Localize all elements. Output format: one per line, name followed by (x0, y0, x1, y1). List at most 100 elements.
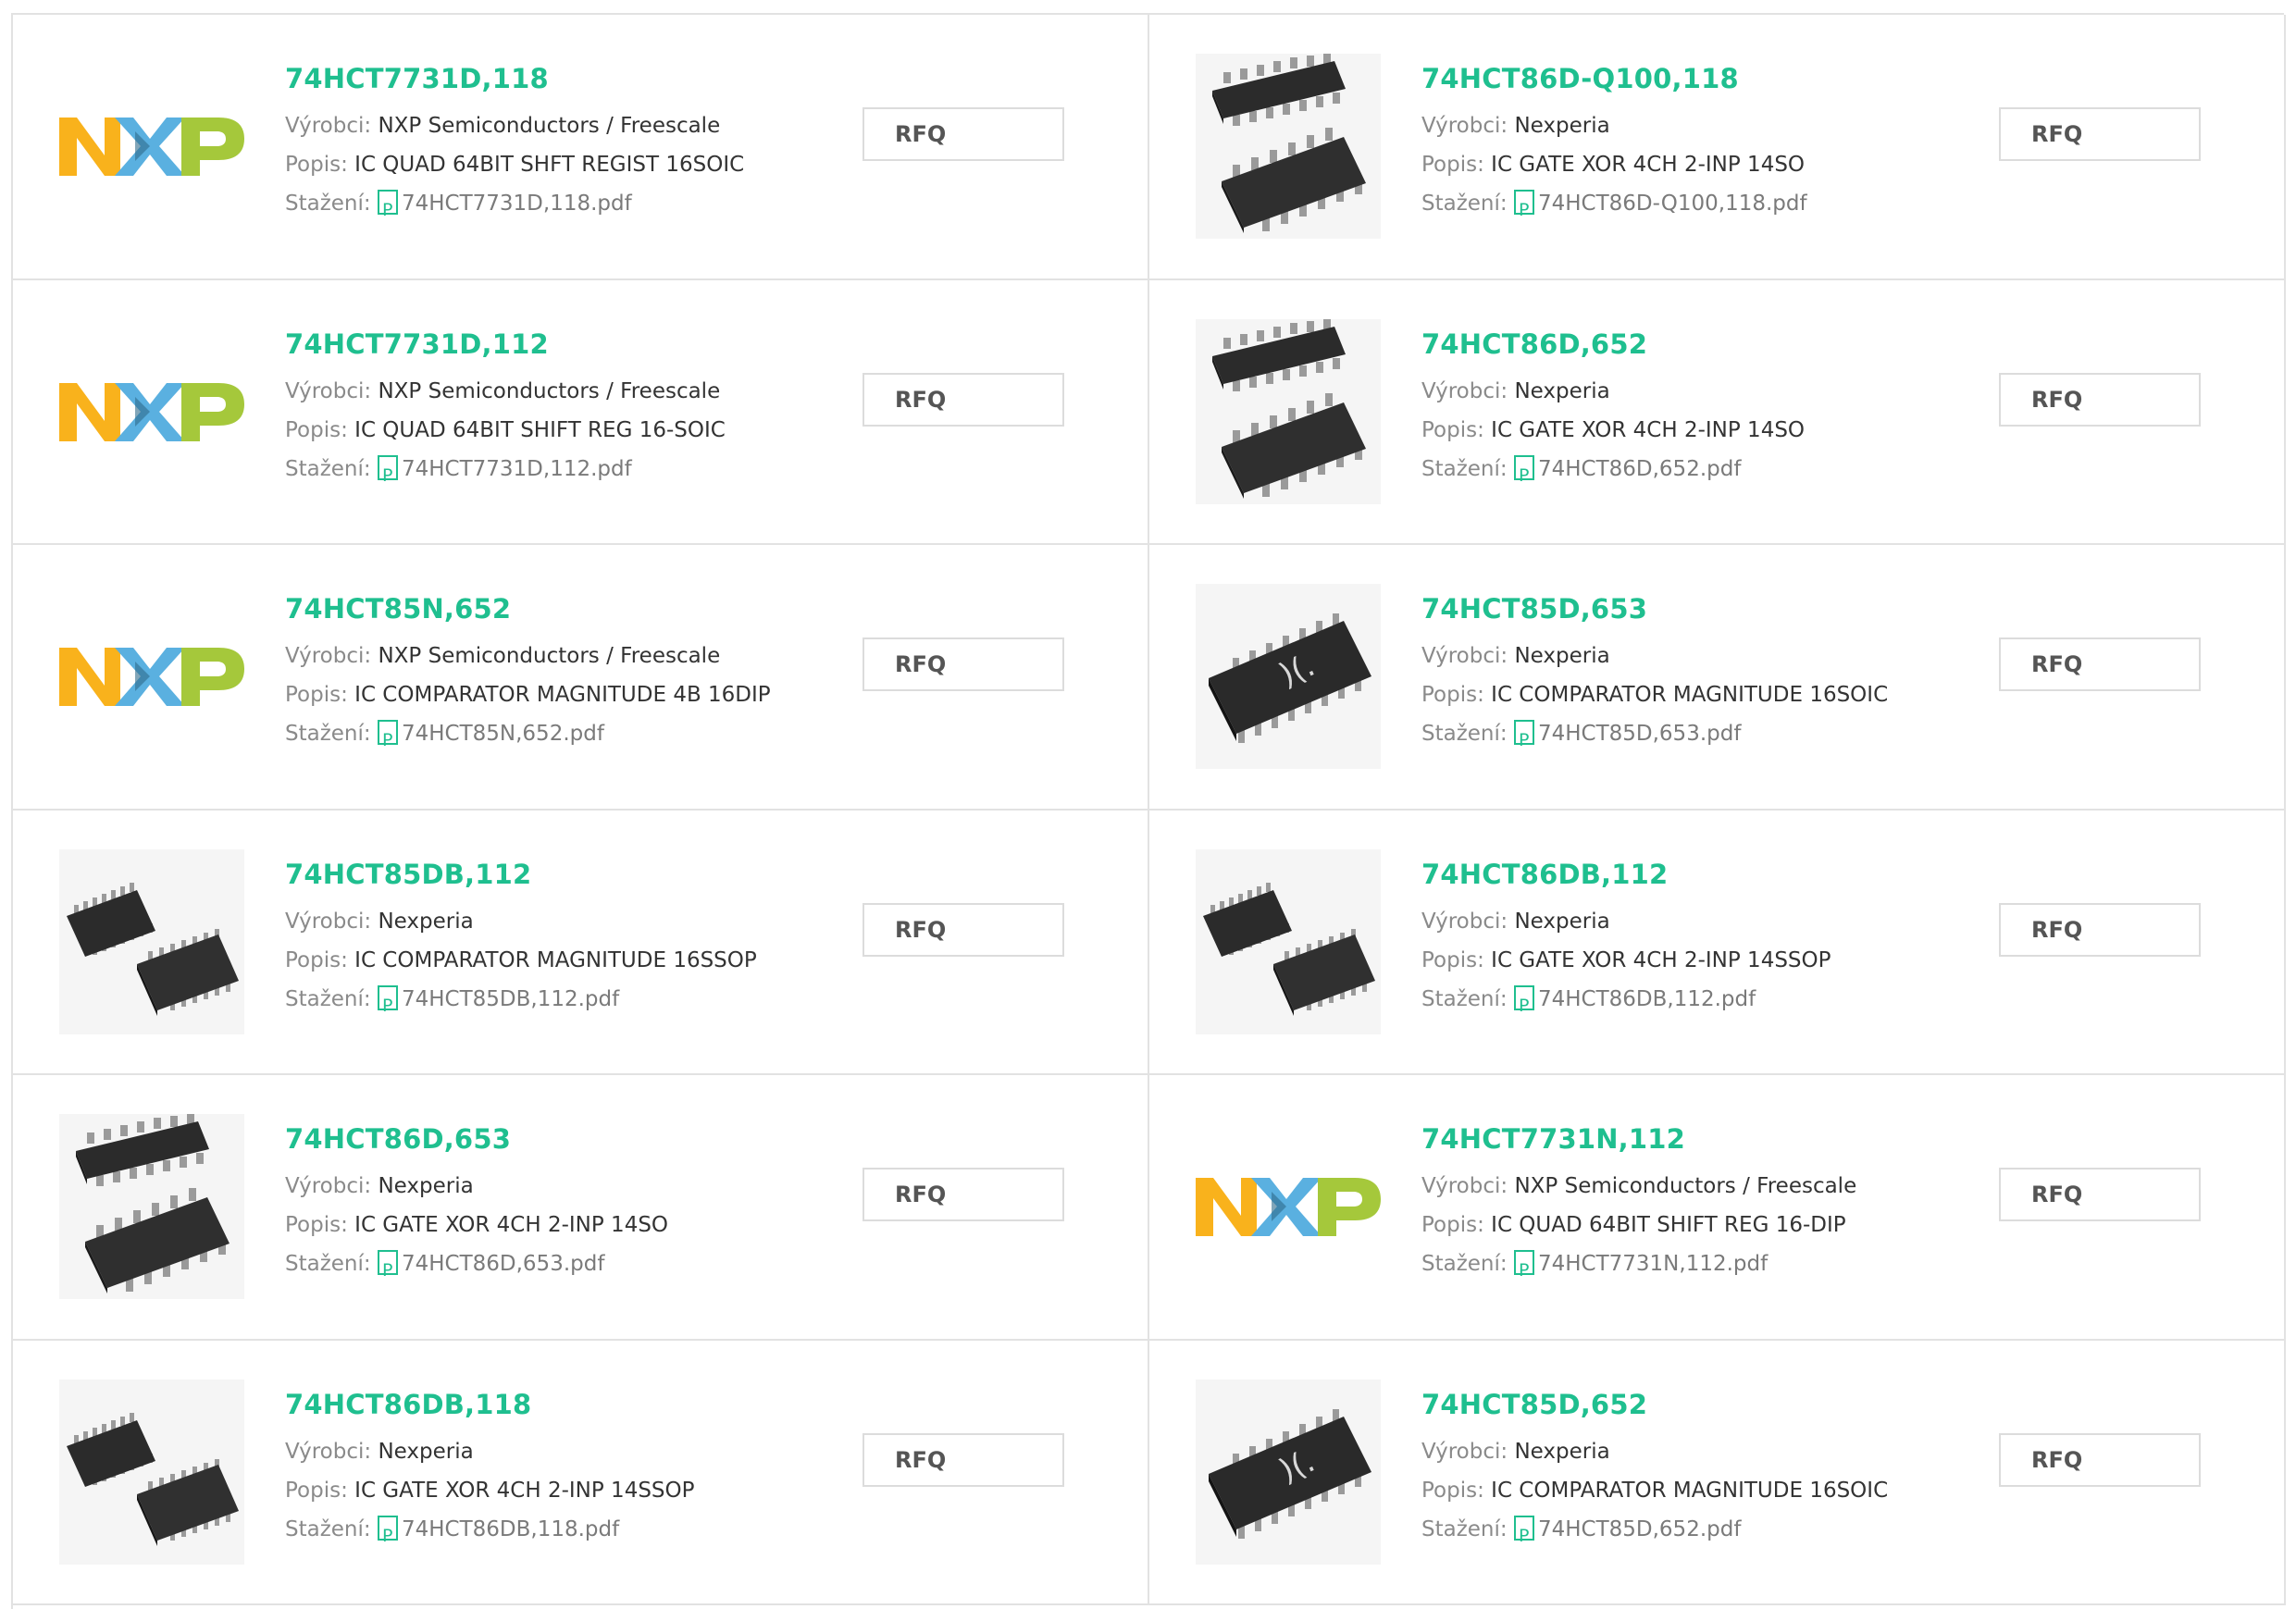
download-label: Stažení: (285, 192, 371, 216)
rfq-button[interactable]: RFQ (863, 1432, 1064, 1487)
product-card: 74HCT85N,652 Výrobci: NXP Semiconductors… (13, 545, 1149, 811)
product-grid: 74HCT7731D,118 Výrobci: NXP Semiconducto… (11, 13, 2286, 1609)
datasheet-link[interactable]: 74HCT86D,653.pdf (402, 1252, 604, 1276)
rfq-button[interactable]: RFQ (1999, 372, 2201, 427)
download-label: Stažení: (285, 456, 371, 481)
rfq-button[interactable]: RFQ (863, 637, 1064, 691)
product-image[interactable]: )(. (1196, 1379, 1381, 1565)
datasheet-link[interactable]: 74HCT85DB,112.pdf (402, 987, 619, 1011)
product-image[interactable] (59, 1379, 244, 1565)
datasheet-link[interactable]: 74HCT86DB,112.pdf (1538, 987, 1756, 1011)
product-image[interactable] (59, 584, 244, 769)
description-value: IC COMPARATOR MAGNITUDE 4B 16DIP (354, 683, 771, 707)
description-value: IC COMPARATOR MAGNITUDE 16SOIC (1491, 1478, 1889, 1503)
part-number-link[interactable]: 74HCT7731N,112 (1421, 1123, 1995, 1155)
rfq-button[interactable]: RFQ (1999, 107, 2201, 161)
description-value: IC GATE XOR 4CH 2-INP 14SO (354, 1213, 669, 1237)
pdf-icon[interactable] (1513, 190, 1534, 229)
rfq-button[interactable]: RFQ (1999, 1432, 2201, 1487)
part-number-link[interactable]: 74HCT86D,653 (285, 1123, 859, 1155)
product-image[interactable] (1196, 1114, 1381, 1299)
product-card: )(. 74HCT85D,653 Výrobci: Nexperia Popis… (1149, 545, 2286, 811)
product-info: 74HCT7731D,112 Výrobci: NXP Semiconducto… (285, 328, 859, 495)
download-label: Stažení: (1421, 1516, 1508, 1541)
pdf-icon[interactable] (1513, 984, 1534, 1025)
part-number-link[interactable]: 74HCT7731D,118 (285, 63, 859, 94)
product-image[interactable] (59, 848, 244, 1034)
rfq-button[interactable]: RFQ (863, 1168, 1064, 1221)
datasheet-link[interactable]: 74HCT85N,652.pdf (402, 722, 604, 746)
part-number-link[interactable]: 74HCT86DB,112 (1421, 859, 1995, 890)
maker-row: Výrobci: NXP Semiconductors / Freescale (285, 106, 859, 145)
pdf-icon[interactable] (377, 720, 398, 760)
soic-chip-icon (59, 1114, 244, 1299)
maker-row: Výrobci: Nexperia (285, 1432, 859, 1471)
description-label: Popis: (285, 153, 348, 177)
soic-chip-icon: )(. (1196, 584, 1381, 769)
pdf-icon[interactable] (1513, 454, 1534, 495)
product-info: 74HCT86D,653 Výrobci: Nexperia Popis: IC… (285, 1123, 859, 1290)
rfq-button[interactable]: RFQ (863, 372, 1064, 427)
download-row: Stažení: 74HCT7731N,112.pdf (1421, 1244, 1995, 1290)
pdf-icon[interactable] (377, 1250, 398, 1290)
part-number-link[interactable]: 74HCT85N,652 (285, 593, 859, 625)
pdf-icon[interactable] (1513, 1250, 1534, 1290)
product-info: 74HCT86DB,112 Výrobci: Nexperia Popis: I… (1421, 859, 1995, 1025)
datasheet-link[interactable]: 74HCT7731N,112.pdf (1538, 1252, 1768, 1276)
datasheet-link[interactable]: 74HCT86D-Q100,118.pdf (1538, 192, 1807, 216)
maker-row: Výrobci: NXP Semiconductors / Freescale (285, 637, 859, 675)
nxp-logo-icon (59, 382, 244, 441)
part-number-link[interactable]: 74HCT85DB,112 (285, 859, 859, 890)
rfq-button[interactable]: RFQ (863, 107, 1064, 161)
maker-value: Nexperia (378, 1174, 474, 1198)
description-label: Popis: (285, 417, 348, 442)
datasheet-link[interactable]: 74HCT7731D,118.pdf (402, 192, 632, 216)
datasheet-link[interactable]: 74HCT85D,653.pdf (1538, 722, 1741, 746)
product-image[interactable]: )(. (1196, 584, 1381, 769)
maker-row: Výrobci: Nexperia (1421, 106, 1995, 145)
maker-label: Výrobci: (1421, 909, 1508, 934)
product-info: 74HCT86D-Q100,118 Výrobci: Nexperia Popi… (1421, 63, 1995, 229)
product-image[interactable] (1196, 848, 1381, 1034)
part-number-link[interactable]: 74HCT86D-Q100,118 (1421, 63, 1995, 94)
product-card: )(. 74HCT85D,652 Výrobci: Nexperia Popis… (1149, 1340, 2286, 1605)
pdf-icon[interactable] (1513, 720, 1534, 760)
part-number-link[interactable]: 74HCT85D,652 (1421, 1389, 1995, 1420)
pdf-icon[interactable] (377, 984, 398, 1025)
download-label: Stažení: (285, 986, 371, 1011)
part-number-link[interactable]: 74HCT85D,653 (1421, 593, 1995, 625)
maker-label: Výrobci: (1421, 644, 1508, 668)
description-value: IC GATE XOR 4CH 2-INP 14SSOP (1491, 947, 1831, 972)
rfq-button[interactable]: RFQ (1999, 637, 2201, 691)
part-number-link[interactable]: 74HCT86DB,118 (285, 1389, 859, 1420)
maker-value: Nexperia (1514, 114, 1610, 138)
description-value: IC GATE XOR 4CH 2-INP 14SO (1491, 153, 1806, 177)
description-label: Popis: (285, 947, 348, 972)
product-image[interactable] (59, 54, 244, 239)
datasheet-link[interactable]: 74HCT85D,652.pdf (1538, 1517, 1741, 1541)
pdf-icon[interactable] (377, 1515, 398, 1555)
product-image[interactable] (59, 319, 244, 504)
datasheet-link[interactable]: 74HCT86DB,118.pdf (402, 1517, 619, 1541)
product-image[interactable] (59, 1114, 244, 1299)
rfq-button[interactable]: RFQ (863, 902, 1064, 957)
maker-value: Nexperia (1514, 909, 1610, 934)
datasheet-link[interactable]: 74HCT7731D,112.pdf (402, 457, 632, 481)
download-label: Stažení: (1421, 986, 1508, 1011)
download-row: Stažení: 74HCT7731D,112.pdf (285, 450, 859, 495)
part-number-link[interactable]: 74HCT86D,652 (1421, 328, 1995, 360)
pdf-icon[interactable] (377, 190, 398, 229)
description-row: Popis: IC QUAD 64BIT SHIFT REG 16-SOIC (285, 411, 859, 450)
maker-label: Výrobci: (285, 1174, 372, 1198)
maker-label: Výrobci: (285, 1439, 372, 1464)
product-image[interactable] (1196, 318, 1381, 504)
datasheet-link[interactable]: 74HCT86D,652.pdf (1538, 457, 1741, 481)
pdf-icon[interactable] (1513, 1515, 1534, 1555)
maker-label: Výrobci: (285, 909, 372, 934)
pdf-icon[interactable] (377, 454, 398, 495)
rfq-button[interactable]: RFQ (1999, 902, 2201, 957)
rfq-button[interactable]: RFQ (1999, 1168, 2201, 1221)
maker-row: Výrobci: Nexperia (285, 1167, 859, 1206)
part-number-link[interactable]: 74HCT7731D,112 (285, 328, 859, 360)
product-image[interactable] (1196, 54, 1381, 239)
